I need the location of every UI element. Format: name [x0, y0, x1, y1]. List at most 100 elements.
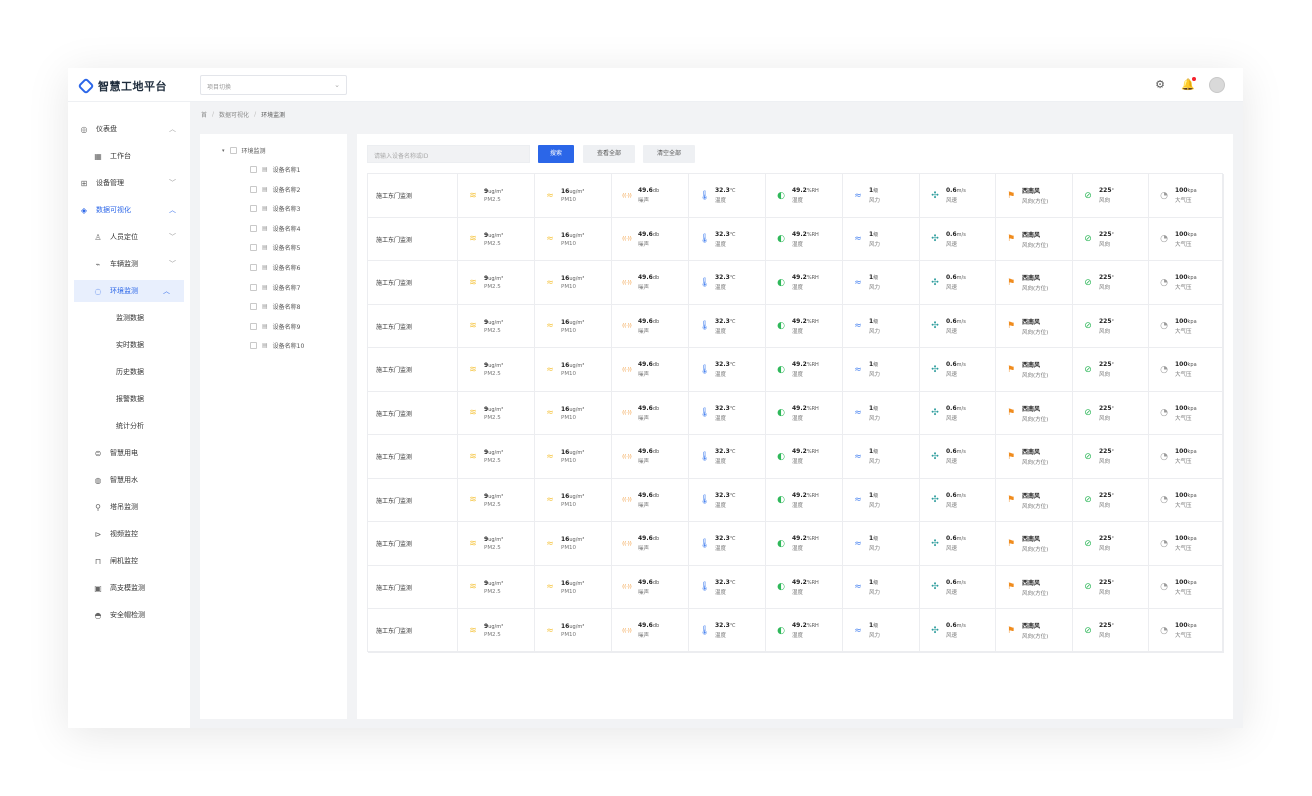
sidebar-item-label: 环境监测: [110, 287, 138, 295]
metric-number: 225: [1099, 491, 1112, 499]
sidebar-item-4[interactable]: ♙ 人员定位 ﹀: [68, 226, 190, 248]
metric-cell: ⚑ 西南风 风向(方位): [996, 348, 1073, 392]
tree-checkbox[interactable]: [250, 322, 257, 330]
metric-label: 温度: [715, 546, 727, 553]
sidebar-item-12[interactable]: ⊜ 智慧用电: [68, 442, 190, 464]
tree-checkbox[interactable]: [250, 283, 257, 291]
metric-unit: %RH: [806, 492, 819, 499]
metric-number: 西南风: [1022, 579, 1041, 587]
breadcrumb-item[interactable]: 数据可视化: [219, 110, 249, 119]
sidebar-item-1[interactable]: ▦ 工作台: [68, 145, 190, 167]
metric-number: 49.2: [792, 578, 807, 586]
bell-icon[interactable]: 🔔: [1181, 77, 1196, 92]
metric-label: 风向: [1099, 372, 1111, 379]
sidebar-item-8[interactable]: 实时数据: [68, 334, 190, 356]
tree-device-item[interactable]: ▤ 设备名称2: [250, 185, 301, 194]
metric-unit: ug/m³: [569, 450, 585, 457]
chevron-up-icon[interactable]: ︿: [169, 205, 176, 215]
metric-cell: ≈16ug/m³ PM10: [535, 565, 612, 609]
sidebar-item-11[interactable]: 统计分析: [68, 415, 190, 437]
metric-text: 0.6m/s 风速: [946, 405, 966, 422]
sidebar-item-7[interactable]: 监测数据: [68, 307, 190, 329]
metric-label: 噪声: [638, 328, 650, 335]
app-logo[interactable]: 智慧工地平台: [77, 77, 167, 95]
tree-root[interactable]: ▾ 环境监测: [222, 146, 266, 155]
sidebar-item-0[interactable]: ◎ 仪表盘 ︿: [68, 118, 190, 140]
metric-unit: db: [652, 318, 660, 325]
tree-device-item[interactable]: ▤ 设备名称6: [250, 263, 301, 272]
sidebar-item-13[interactable]: ◍ 智慧用水: [68, 469, 190, 491]
chevron-down-icon[interactable]: ﹀: [169, 259, 176, 269]
table-row[interactable]: 施工东门监测 ≋ 9ug/m³ PM2.5 ≈16ug/m³ PM10 ((·)) 49.6d…: [368, 435, 1224, 479]
chevron-up-icon[interactable]: ︿: [169, 124, 176, 134]
metric-cell: ⚑ 西南风 风向(方位): [996, 304, 1073, 348]
table-row[interactable]: 施工东门监测 ≋ 9ug/m³ PM2.5 ≈16ug/m³ PM10 ((·)) 49.6d…: [368, 304, 1224, 348]
metric-value: 49.2%RH: [792, 579, 819, 586]
metric-text: 9ug/m³ PM2.5: [484, 362, 503, 377]
thermometer-icon: 🌡: [699, 582, 711, 593]
table-row[interactable]: 施工东门监测 ≋ 9ug/m³ PM2.5 ≈16ug/m³ PM10 ((·)) 49.6d…: [368, 565, 1224, 609]
chevron-down-icon[interactable]: ﹀: [169, 232, 176, 242]
sidebar-item-17[interactable]: ▣ 高支模监测: [68, 577, 190, 599]
clear-all-button[interactable]: 清空全部: [643, 145, 695, 163]
table-row[interactable]: 施工东门监测 ≋ 9ug/m³ PM2.5 ≈16ug/m³ PM10 ((·)) 49.6d…: [368, 261, 1224, 305]
tree-checkbox[interactable]: [250, 264, 257, 271]
sidebar-item-16[interactable]: ⊓ 闸机监控: [68, 550, 190, 572]
tree-checkbox[interactable]: [250, 205, 257, 213]
table-row[interactable]: 施工东门监测 ≋ 9ug/m³ PM2.5 ≈16ug/m³ PM10 ((·)) 49.6d…: [368, 391, 1224, 435]
sidebar-item-6[interactable]: ◌ 环境监测 ︿: [74, 280, 184, 302]
metric-text: 西南风 风向(方位): [1022, 578, 1048, 597]
settings-icon[interactable]: ⚙: [1153, 78, 1167, 92]
sidebar-item-15[interactable]: ⊳ 视频监控: [68, 523, 190, 545]
chevron-up-icon[interactable]: ︿: [163, 286, 170, 296]
table-row[interactable]: 施工东门监测 ≋ 9ug/m³ PM2.5 ≈16ug/m³ PM10 ((·)) 49.6d…: [368, 174, 1224, 218]
thermometer-icon: 🌡: [699, 538, 711, 549]
sidebar-item-2[interactable]: ⊞ 设备管理 ﹀: [68, 172, 190, 194]
thermometer-icon: 🌡: [699, 277, 711, 288]
metric-text: 49.6db 噪声: [638, 492, 659, 509]
header-actions: ⚙ 🔔: [1153, 77, 1225, 93]
table-row[interactable]: 施工东门监测 ≋ 9ug/m³ PM2.5 ≈16ug/m³ PM10 ((·)) 49.6d…: [368, 609, 1224, 653]
tree-checkbox[interactable]: [250, 303, 257, 311]
tree-device-item[interactable]: ▤ 设备名称4: [250, 224, 301, 233]
search-button[interactable]: 搜索: [538, 145, 574, 163]
metric-value: 100kpa: [1175, 361, 1197, 368]
tree-checkbox[interactable]: [250, 342, 257, 350]
sidebar-item-14[interactable]: ⚲ 塔吊监测: [68, 496, 190, 518]
metric-unit: ug/m³: [569, 189, 585, 196]
metric-cell: 🌡 32.3℃ 温度: [689, 391, 766, 435]
metric-cell: ◐ 49.2%RH 湿度: [766, 609, 843, 653]
table-row[interactable]: 施工东门监测 ≋ 9ug/m³ PM2.5 ≈16ug/m³ PM10 ((·)) 49.6d…: [368, 522, 1224, 566]
sidebar-item-5[interactable]: ⌁ 车辆监测 ﹀: [68, 253, 190, 275]
tree-device-item[interactable]: ▤ 设备名称10: [250, 341, 304, 350]
pm10-icon: ≈: [546, 625, 554, 636]
tree-checkbox[interactable]: [250, 224, 257, 232]
tree-device-item[interactable]: ▤ 设备名称3: [250, 204, 301, 213]
tree-checkbox[interactable]: [250, 166, 257, 173]
avatar[interactable]: [1209, 77, 1225, 93]
caret-down-icon[interactable]: ▾: [222, 148, 225, 154]
table-row[interactable]: 施工东门监测 ≋ 9ug/m³ PM2.5 ≈16ug/m³ PM10 ((·)) 49.6d…: [368, 217, 1224, 261]
tree-device-item[interactable]: ▤ 设备名称7: [250, 283, 301, 292]
sidebar-item-10[interactable]: 报警数据: [68, 388, 190, 410]
sidebar-item-18[interactable]: ◓ 安全帽检测: [68, 604, 190, 626]
tree-device-item[interactable]: ▤ 设备名称9: [250, 322, 301, 331]
tree-device-item[interactable]: ▤ 设备名称5: [250, 243, 301, 252]
project-select[interactable]: 项目切换 ⌄: [200, 75, 347, 95]
table-row[interactable]: 施工东门监测 ≋ 9ug/m³ PM2.5 ≈16ug/m³ PM10 ((·)) 49.6d…: [368, 478, 1224, 522]
metric-value: 9ug/m³: [484, 319, 503, 326]
view-all-button[interactable]: 查看全部: [583, 145, 635, 163]
tree-device-item[interactable]: ▤ 设备名称1: [250, 165, 301, 174]
search-input[interactable]: 请输入设备名称或ID: [367, 145, 530, 163]
chevron-down-icon[interactable]: ﹀: [169, 178, 176, 188]
breadcrumb-item[interactable]: 首: [201, 110, 207, 119]
table-row[interactable]: 施工东门监测 ≋ 9ug/m³ PM2.5 ≈16ug/m³ PM10 ((·)) 49.6d…: [368, 348, 1224, 392]
pressure-icon: ◔: [1160, 582, 1168, 593]
metric-value: 100kpa: [1175, 492, 1197, 499]
tree-device-item[interactable]: ▤ 设备名称8: [250, 302, 301, 311]
tree-checkbox[interactable]: [250, 185, 257, 193]
tree-checkbox[interactable]: [229, 147, 237, 154]
sidebar-item-3[interactable]: ◈ 数据可视化 ︿: [68, 199, 190, 221]
tree-checkbox[interactable]: [250, 244, 257, 252]
sidebar-item-9[interactable]: 历史数据: [68, 361, 190, 383]
